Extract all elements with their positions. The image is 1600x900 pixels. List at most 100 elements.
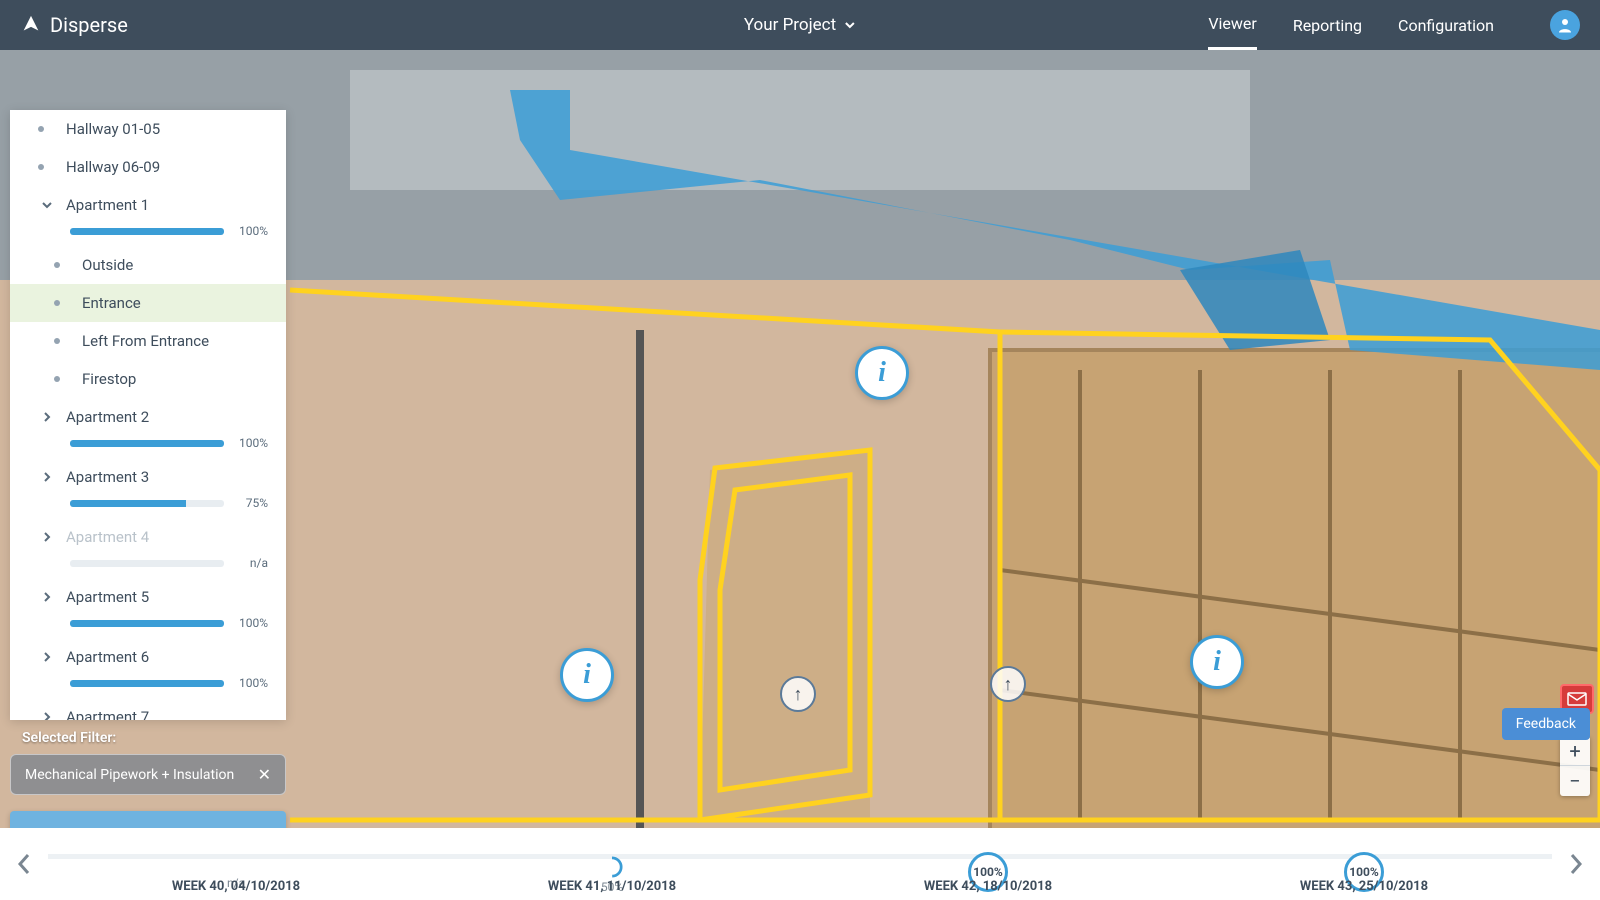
progress-pct: n/a [234,556,268,570]
info-hotspot-2[interactable]: i [560,648,614,702]
close-icon[interactable]: ✕ [258,765,271,784]
timeline-next[interactable] [1552,828,1600,900]
chevron-right-icon [38,531,56,543]
sidebar-item-label: Left From Entrance [82,332,274,350]
timeline-week-2[interactable]: 100%WEEK 42, 18/10/2018 [800,842,1176,900]
bullet-icon [54,338,60,344]
filter-chip[interactable]: Mechanical Pipework + Insulation ✕ [10,754,286,795]
progress-pct: 75% [234,496,268,510]
feedback-button[interactable]: Feedback [1502,708,1590,740]
zoom-control: + − [1560,736,1590,796]
timeline-body: n/aWEEK 40, 04/10/201850%WEEK 41, 11/10/… [48,828,1552,900]
zoom-out-button[interactable]: − [1560,766,1590,796]
filter-title: Selected Filter: [10,730,286,746]
disperse-logo-icon [20,14,42,36]
bullet-icon [38,164,44,170]
sidebar-item-label: Hallway 01-05 [66,120,274,138]
sidebar-item-label: Apartment 6 [66,648,274,666]
location-tree-panel[interactable]: Hallway 01-05Hallway 06-09Apartment 1100… [10,110,286,720]
info-hotspot-1[interactable]: i [855,346,909,400]
progress-bar [70,440,224,447]
sidebar-item-8[interactable]: Apartment 3 [10,458,286,496]
timeline-week-1[interactable]: 50%WEEK 41, 11/10/2018 [424,842,800,900]
sidebar-item-3[interactable]: Outside [10,246,286,284]
chevron-down-icon [38,199,56,211]
nav-reporting[interactable]: Reporting [1293,2,1362,49]
chevron-right-icon [38,591,56,603]
info-hotspot-3[interactable]: i [1190,635,1244,689]
chevron-down-icon [844,19,856,31]
progress-row: 100% [10,616,286,638]
progress-pct: 100% [234,436,268,450]
progress-row: 100% [10,676,286,698]
sidebar-item-1[interactable]: Hallway 06-09 [10,148,286,186]
timeline-week-0[interactable]: n/aWEEK 40, 04/10/2018 [48,842,424,900]
progress-row: 75% [10,496,286,518]
chevron-left-icon [17,853,31,875]
timeline-prev[interactable] [0,828,48,900]
progress-bar [70,228,224,235]
person-icon [1556,16,1574,34]
sidebar-item-label: Hallway 06-09 [66,158,274,176]
sidebar-item-2[interactable]: Apartment 1 [10,186,286,224]
sidebar-item-label: Apartment 3 [66,468,274,486]
progress-pct: 100% [234,224,268,238]
bullet-icon [54,376,60,382]
nav-waypoint-2[interactable]: ↑ [990,666,1026,702]
sidebar-item-7[interactable]: Apartment 2 [10,398,286,436]
filter-chip-label: Mechanical Pipework + Insulation [25,767,234,783]
nav-waypoint-1[interactable]: ↑ [780,676,816,712]
app-header: Disperse Your Project Viewer Reporting C… [0,0,1600,50]
project-name: Your Project [744,15,836,35]
progress-row: n/a [10,556,286,578]
sidebar-item-11[interactable]: Apartment 6 [10,638,286,676]
timeline-week-label: WEEK 42, 18/10/2018 [800,879,1176,894]
progress-bar [70,500,224,507]
chevron-right-icon [38,651,56,663]
mail-icon [1567,692,1587,706]
filter-button[interactable]: FILTER [10,811,286,828]
nav-viewer[interactable]: Viewer [1208,0,1257,50]
brand-name: Disperse [50,13,128,37]
header-nav: Viewer Reporting Configuration [1208,0,1580,50]
sidebar-item-5[interactable]: Left From Entrance [10,322,286,360]
sidebar-item-label: Apartment 7 [66,708,274,720]
sidebar-item-label: Apartment 2 [66,408,274,426]
sidebar-item-label: Entrance [82,294,274,312]
chevron-right-icon [38,411,56,423]
panorama-viewer[interactable]: i i i ↑ ↑ Hallway 01-05 Hallway 06-09 Apar… [0,50,1600,828]
chevron-right-icon [38,711,56,720]
zoom-in-button[interactable]: + [1560,736,1590,766]
sidebar-item-10[interactable]: Apartment 5 [10,578,286,616]
chevron-right-icon [1569,853,1583,875]
sidebar-item-0[interactable]: Hallway 01-05 [10,110,286,148]
filter-panel: Selected Filter: Mechanical Pipework + I… [10,730,286,828]
bullet-icon [38,126,44,132]
progress-row: 100% [10,436,286,458]
progress-pct: 100% [234,616,268,630]
user-avatar[interactable] [1550,10,1580,40]
chevron-right-icon [38,471,56,483]
timeline-week-label: WEEK 40, 04/10/2018 [48,879,424,894]
sidebar-item-label: Apartment 5 [66,588,274,606]
progress-bar [70,620,224,627]
progress-row: 100% [10,224,286,246]
timeline-week-label: WEEK 41, 11/10/2018 [424,879,800,894]
timeline-week-3[interactable]: 100%WEEK 43, 25/10/2018 [1176,842,1552,900]
nav-configuration[interactable]: Configuration [1398,2,1494,49]
progress-pct: 100% [234,676,268,690]
progress-bar [70,560,224,567]
sidebar-item-6[interactable]: Firestop [10,360,286,398]
brand-logo: Disperse [20,13,128,37]
progress-bar [70,680,224,687]
timeline-week-label: WEEK 43, 25/10/2018 [1176,879,1552,894]
sidebar-item-label: Apartment 4 [66,528,274,546]
project-selector[interactable]: Your Project [744,15,856,35]
timeline-marker-partial: 50% [601,856,623,878]
sidebar-item-label: Firestop [82,370,274,388]
sidebar-item-12[interactable]: Apartment 7 [10,698,286,720]
sidebar-item-4[interactable]: Entrance [10,284,286,322]
bullet-icon [54,300,60,306]
bullet-icon [54,262,60,268]
sidebar-item-9: Apartment 4 [10,518,286,556]
